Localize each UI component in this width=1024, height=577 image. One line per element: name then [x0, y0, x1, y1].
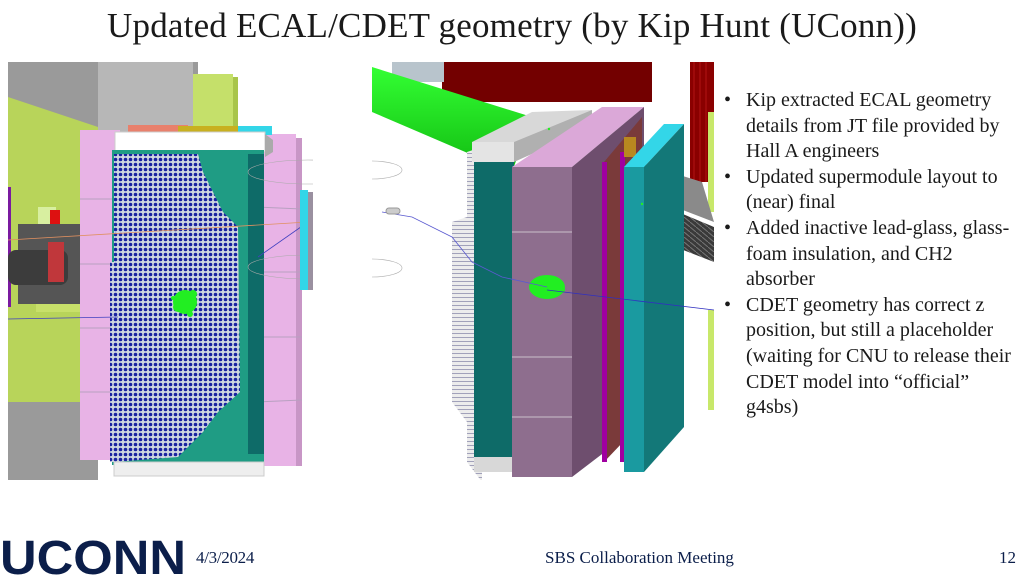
bullet-text: Kip extracted ECAL geometry details from…: [746, 89, 1000, 163]
bullet-list: • Kip extracted ECAL geometry details fro…: [718, 88, 1018, 421]
bullet-dot-icon: •: [724, 165, 732, 188]
ecal-cdet-side-view-figure: [372, 62, 714, 480]
bullet-item: • CDET geometry has correct z position, b…: [718, 293, 1018, 421]
bullet-text: Updated supermodule layout to (near) fin…: [746, 165, 998, 214]
bullet-item: • Kip extracted ECAL geometry details fro…: [718, 88, 1018, 165]
side-detector: [300, 190, 313, 290]
bullet-item: • Updated supermodule layout to (near) fi…: [718, 165, 1018, 216]
bullet-text: CDET geometry has correct z position, bu…: [746, 293, 1011, 419]
bullet-item: • Added inactive lead-glass, glass-foam i…: [718, 216, 1018, 293]
bottom-bar: [113, 461, 265, 477]
bullet-dot-icon: •: [724, 216, 732, 239]
bullet-dot-icon: •: [724, 293, 732, 316]
bullet-text: Added inactive lead-glass, glass-foam in…: [746, 216, 1010, 291]
bullet-dot-icon: •: [724, 89, 732, 111]
ecal-front-view-figure: [8, 62, 313, 480]
cdet-cyan-plane: [624, 124, 684, 472]
page-number: 12: [999, 548, 1016, 567]
slide-title: Updated ECAL/CDET geometry (by Kip Hunt …: [107, 6, 917, 45]
footer-meeting-name: SBS Collaboration Meeting: [545, 548, 734, 567]
